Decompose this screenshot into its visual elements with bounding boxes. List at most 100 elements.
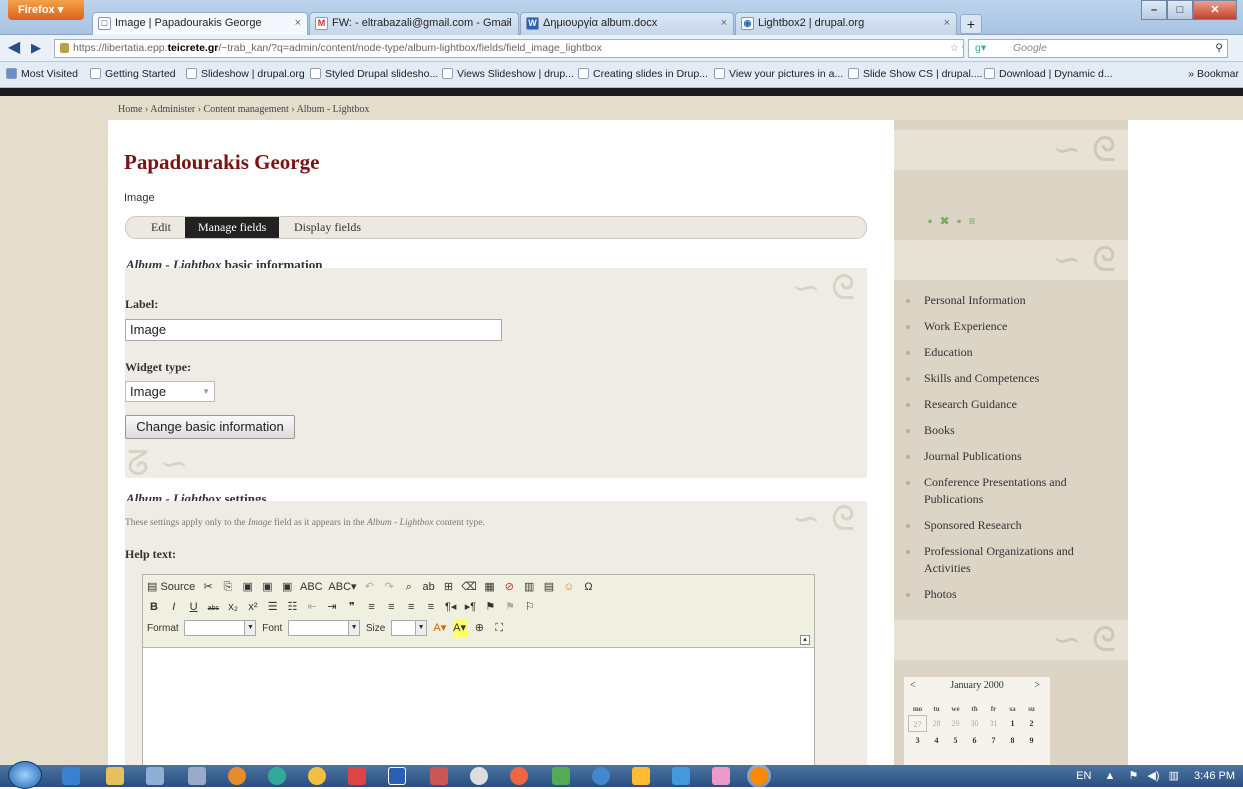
minimize-icon[interactable]: – — [1141, 0, 1167, 20]
breadcrumb[interactable]: Home › Administer › Content management ›… — [118, 104, 369, 115]
show-hidden-icons-icon[interactable]: ▲ — [1104, 770, 1115, 782]
anchor-icon[interactable]: ⚐ — [523, 598, 537, 616]
close-window-icon[interactable]: ✕ — [1193, 0, 1237, 20]
calendar-day[interactable]: 9 — [1022, 732, 1041, 749]
subscript-icon[interactable]: x₂ — [226, 598, 240, 616]
calendar-day[interactable]: 4 — [927, 732, 946, 749]
calendar-day[interactable]: 8 — [1003, 732, 1022, 749]
sidebar-item-professional-organizations[interactable]: Professional Organizations and Activitie… — [904, 543, 1114, 577]
tab-gmail[interactable]: M FW: - eltrabazali@gmail.com - Gmail × — [309, 12, 519, 35]
app-icon[interactable] — [672, 767, 690, 785]
calendar-day[interactable]: 3 — [908, 732, 927, 749]
align-left-icon[interactable]: ≡ — [365, 598, 379, 616]
ie-icon[interactable] — [62, 767, 80, 785]
app-icon[interactable] — [712, 767, 730, 785]
bookmark-getting-started[interactable]: Getting Started — [90, 62, 176, 86]
app-icon[interactable] — [188, 767, 206, 785]
bookmark-slideshow-drupal[interactable]: Slideshow | drupal.org — [186, 62, 305, 86]
search-icon[interactable]: ⚲ — [1215, 40, 1223, 57]
outdent-icon[interactable]: ⇤ — [305, 598, 319, 616]
source-button[interactable]: ▤ Source — [147, 578, 195, 596]
calendar-day[interactable]: 29 — [946, 715, 965, 732]
font-select[interactable]: ▼ — [288, 620, 361, 637]
cut-icon[interactable]: ✂ — [201, 578, 215, 596]
chrome-icon[interactable] — [510, 767, 528, 785]
help-text-textarea[interactable] — [143, 647, 814, 765]
align-center-icon[interactable]: ≡ — [384, 598, 398, 616]
widget-type-select[interactable]: Image ▼ — [125, 381, 215, 402]
close-tab-icon[interactable]: × — [295, 13, 301, 34]
language-flags[interactable]: ▪ ✖ ▪ ≡ — [928, 214, 978, 228]
indent-icon[interactable]: ⇥ — [325, 598, 339, 616]
replace-icon[interactable]: ab — [422, 578, 436, 596]
forward-icon[interactable]: ▶ — [26, 39, 46, 58]
image-icon[interactable]: ▦ — [483, 578, 497, 596]
find-icon[interactable]: ⌕ — [402, 578, 416, 596]
calendar-day[interactable]: 5 — [946, 732, 965, 749]
calendar-day[interactable]: 27 — [908, 715, 927, 732]
explorer-icon[interactable] — [106, 767, 124, 785]
firefox-menu-button[interactable]: Firefox ▾ — [8, 0, 84, 20]
sidebar-item-education[interactable]: Education — [904, 344, 1114, 361]
sidebar-item-journal-publications[interactable]: Journal Publications — [904, 448, 1114, 465]
spellcheck-menu-icon[interactable]: ABC▾ — [328, 578, 356, 596]
app-icon[interactable] — [592, 767, 610, 785]
select-all-icon[interactable]: ⊞ — [441, 578, 455, 596]
app-icon[interactable] — [348, 767, 366, 785]
remove-format-icon[interactable]: ⌫ — [461, 578, 477, 596]
sidebar-item-books[interactable]: Books — [904, 422, 1114, 439]
language-switcher[interactable]: ▪ ✖ ▪ ≡ — [928, 214, 978, 228]
superscript-icon[interactable]: x² — [246, 598, 260, 616]
show-blocks-icon[interactable]: ⛶ — [492, 619, 506, 637]
close-tab-icon[interactable]: × — [944, 13, 950, 34]
search-input[interactable]: g▾ Google ⚲ — [968, 39, 1228, 58]
maximize-icon[interactable]: □ — [1167, 0, 1193, 20]
sidebar-item-sponsored-research[interactable]: Sponsored Research — [904, 517, 1114, 534]
smiley-icon[interactable]: ☺ — [562, 578, 576, 596]
close-tab-icon[interactable]: × — [721, 13, 727, 34]
flash-icon[interactable]: ⊘ — [502, 578, 516, 596]
sidebar-item-conference-presentations[interactable]: Conference Presentations and Publication… — [904, 474, 1114, 508]
calendar-day[interactable]: 6 — [965, 732, 984, 749]
url-bar[interactable]: https://libertatia.epp.teicrete.gr/~trab… — [54, 39, 964, 58]
paste-text-icon[interactable]: ▣ — [260, 578, 274, 596]
spellcheck-icon[interactable]: ABC — [300, 578, 323, 596]
app-icon[interactable] — [308, 767, 326, 785]
tab-display-fields[interactable]: Display fields — [281, 217, 374, 238]
bookmark-views-slideshow[interactable]: Views Slideshow | drup... — [442, 62, 574, 86]
app-icon[interactable] — [470, 767, 488, 785]
bulleted-list-icon[interactable]: ☷ — [285, 598, 299, 616]
text-color-icon[interactable]: A▾ — [433, 619, 447, 637]
bold-icon[interactable]: B — [147, 598, 161, 616]
italic-icon[interactable]: I — [167, 598, 181, 616]
app-icon[interactable] — [552, 767, 570, 785]
network-icon[interactable]: ▥ — [1169, 770, 1179, 782]
undo-icon[interactable]: ↶ — [362, 578, 376, 596]
calendar-day[interactable]: 7 — [984, 732, 1003, 749]
bg-color-icon[interactable]: A▾ — [452, 619, 467, 637]
sidebar-item-research-guidance[interactable]: Research Guidance — [904, 396, 1114, 413]
horizontal-rule-icon[interactable]: ▤ — [542, 578, 556, 596]
justify-icon[interactable]: ≡ — [424, 598, 438, 616]
size-select[interactable]: ▼ — [391, 620, 428, 637]
underline-icon[interactable]: U — [187, 598, 201, 616]
copy-icon[interactable]: ⎘ — [221, 578, 235, 596]
clock[interactable]: 3:46 PM — [1194, 770, 1235, 782]
link-icon[interactable]: ⚑ — [483, 598, 497, 616]
bookmarks-overflow[interactable]: » Bookmar — [1184, 62, 1243, 86]
unlink-icon[interactable]: ⚑ — [503, 598, 517, 616]
bookmark-download-dynamic[interactable]: Download | Dynamic d... — [984, 62, 1113, 86]
firefox-icon[interactable] — [750, 767, 768, 785]
paste-word-icon[interactable]: ▣ — [280, 578, 294, 596]
sidebar-item-work-experience[interactable]: Work Experience — [904, 318, 1114, 335]
tab-manage-fields[interactable]: Manage fields — [185, 217, 280, 238]
ltr-icon[interactable]: ¶◂ — [444, 598, 458, 616]
tab-image-papadourakis[interactable]: □ Image | Papadourakis George × — [92, 12, 308, 36]
app-icon[interactable] — [146, 767, 164, 785]
new-tab-button[interactable]: + — [960, 14, 982, 34]
change-basic-info-button[interactable]: Change basic information — [125, 415, 295, 439]
tab-lightbox2-drupal[interactable]: ◉ Lightbox2 | drupal.org × — [735, 12, 957, 35]
app-icon[interactable] — [228, 767, 246, 785]
maximize-editor-icon[interactable]: ⊕ — [472, 619, 486, 637]
format-select[interactable]: ▼ — [184, 620, 257, 637]
